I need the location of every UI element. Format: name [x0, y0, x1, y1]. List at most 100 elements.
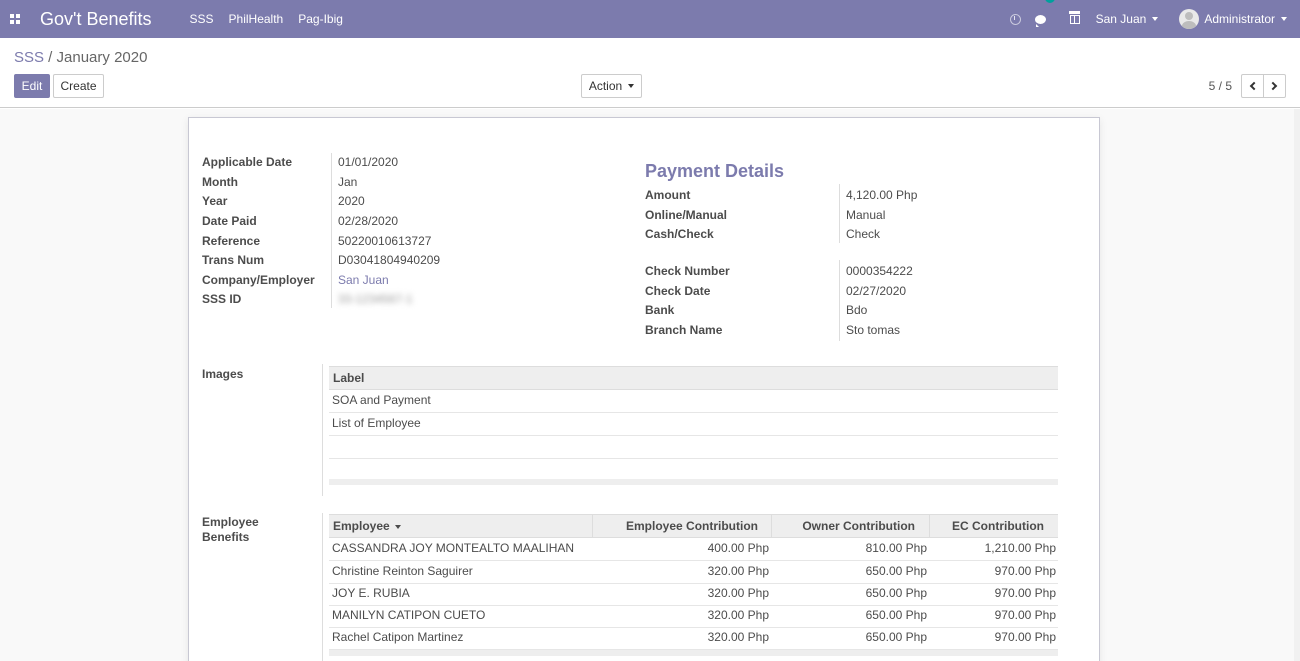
create-button[interactable]: Create — [53, 74, 104, 98]
pager-previous-button[interactable] — [1241, 74, 1264, 98]
caret-down-icon — [1152, 17, 1159, 21]
menu-item-sss[interactable]: SSS — [190, 12, 214, 26]
branch-name-label: Branch Name — [645, 323, 723, 337]
chat-icon — [1034, 14, 1046, 27]
user-name: Administrator — [1204, 12, 1275, 26]
form-sheet: Applicable Date 01/01/2020 Month Jan Yea… — [188, 117, 1100, 661]
applicable-date-label: Applicable Date — [202, 155, 293, 169]
employee-column-title: Employee — [333, 519, 390, 533]
owner-contribution-cell: 650.00 Php — [865, 630, 927, 644]
breadcrumb-current: January 2020 — [56, 49, 148, 66]
online-manual-value[interactable]: Manual — [846, 208, 885, 222]
check-number-value[interactable]: 0000354222 — [846, 264, 913, 278]
owner-contribution-cell: 650.00 Php — [865, 564, 927, 578]
table-footer — [329, 650, 1058, 656]
action-label: Action — [588, 79, 623, 93]
bank-value[interactable]: Bdo — [846, 303, 867, 317]
employee-contribution-cell: 400.00 Php — [707, 541, 769, 555]
date-paid-value[interactable]: 02/28/2020 — [338, 214, 398, 228]
pager-next-button[interactable] — [1263, 74, 1286, 98]
app-menu: SSS PhilHealth Pag-Ibig — [190, 12, 358, 26]
trans-num-label: Trans Num — [202, 253, 265, 267]
employee-contribution-cell: 320.00 Php — [707, 608, 769, 622]
table-row[interactable]: CASSANDRA JOY MONTEALTO MAALIHAN 400.00 … — [329, 538, 1058, 561]
employee-contribution-cell: 320.00 Php — [707, 586, 769, 600]
caret-down-icon — [1281, 17, 1287, 21]
ec-contribution-column-header[interactable]: EC Contribution — [952, 515, 1044, 537]
gift-button[interactable] — [1068, 0, 1096, 38]
label-column-header[interactable]: Label — [333, 367, 364, 389]
amount-label: Amount — [645, 188, 691, 202]
sss-id-value[interactable]: 33-1234567-1 — [338, 292, 413, 306]
benefits-table-header: Employee Employee Contribution Owner Con… — [329, 514, 1058, 538]
caret-down-icon — [628, 84, 635, 88]
year-value[interactable]: 2020 — [338, 194, 365, 208]
employee-contribution-cell: 320.00 Php — [707, 564, 769, 578]
bank-label: Bank — [645, 303, 675, 317]
check-date-value[interactable]: 02/27/2020 — [846, 284, 906, 298]
column-divider — [929, 515, 930, 537]
date-paid-label: Date Paid — [202, 214, 257, 228]
employee-contribution-column-header[interactable]: Employee Contribution — [626, 515, 758, 537]
employee-cell: MANILYN CATIPON CUETO — [332, 608, 486, 622]
table-row[interactable]: Rachel Catipon Martinez 320.00 Php 650.0… — [329, 627, 1058, 650]
employee-contribution-cell: 320.00 Php — [707, 630, 769, 644]
column-divider — [771, 515, 772, 537]
reference-value[interactable]: 50220010613727 — [338, 234, 431, 248]
ec-contribution-cell: 970.00 Php — [994, 564, 1056, 578]
user-menu[interactable]: Administrator — [1179, 0, 1287, 38]
check-date-label: Check Date — [645, 284, 711, 298]
scrollbar[interactable] — [1294, 109, 1300, 661]
gift-icon — [1068, 10, 1080, 24]
breadcrumb-parent-link[interactable]: SSS — [14, 49, 44, 66]
branch-name-value[interactable]: Sto tomas — [846, 323, 900, 337]
employee-cell: Christine Reinton Saguirer — [332, 564, 473, 578]
trans-num-value[interactable]: D03041804940209 — [338, 253, 440, 267]
edit-button[interactable]: Edit — [14, 74, 50, 98]
menu-item-philhealth[interactable]: PhilHealth — [229, 12, 284, 26]
company-employer-link[interactable]: San Juan — [338, 273, 389, 287]
company-switcher[interactable]: San Juan — [1096, 0, 1159, 38]
month-label: Month — [202, 175, 238, 189]
systray: 1 San Juan Administrator — [1009, 0, 1300, 38]
table-row[interactable]: Christine Reinton Saguirer 320.00 Php 65… — [329, 561, 1058, 584]
amount-value[interactable]: 4,120.00 Php — [846, 188, 917, 202]
table-row[interactable]: MANILYN CATIPON CUETO 320.00 Php 650.00 … — [329, 605, 1058, 628]
reference-label: Reference — [202, 234, 261, 248]
field-divider — [839, 260, 840, 341]
field-divider — [331, 153, 332, 308]
employee-column-header[interactable]: Employee — [333, 515, 401, 537]
month-value[interactable]: Jan — [338, 175, 357, 189]
image-label-cell: SOA and Payment — [332, 393, 431, 407]
app-brand-title: Gov't Benefits — [40, 8, 152, 29]
online-manual-label: Online/Manual — [645, 208, 728, 222]
pager-value: 5 / 5 — [1208, 79, 1232, 93]
employee-benefits-table: Employee Employee Contribution Owner Con… — [329, 514, 1058, 659]
control-panel: SSS / January 2020 Edit Create Action 5 … — [0, 38, 1300, 108]
employee-benefits-label-line1: Employee — [202, 515, 259, 529]
applicable-date-value[interactable]: 01/01/2020 — [338, 155, 398, 169]
owner-contribution-column-header[interactable]: Owner Contribution — [802, 515, 915, 537]
activity-button[interactable] — [1009, 0, 1035, 38]
breadcrumb: SSS / January 2020 — [14, 49, 147, 66]
employee-benefits-label-line2: Benefits — [202, 530, 250, 544]
field-divider — [322, 364, 323, 496]
field-divider — [839, 184, 840, 243]
menu-item-pag-ibig[interactable]: Pag-Ibig — [298, 12, 343, 26]
year-label: Year — [202, 194, 228, 208]
sort-down-icon — [394, 524, 401, 529]
owner-contribution-cell: 650.00 Php — [865, 586, 927, 600]
apps-menu-icon[interactable] — [0, 0, 30, 38]
images-table-header: Label — [329, 366, 1058, 390]
cash-check-value[interactable]: Check — [846, 227, 880, 241]
table-row[interactable]: JOY E. RUBIA 320.00 Php 650.00 Php 970.0… — [329, 583, 1058, 606]
table-row[interactable]: SOA and Payment — [329, 390, 1058, 413]
action-dropdown-button[interactable]: Action — [581, 74, 642, 98]
breadcrumb-separator: / — [44, 49, 57, 66]
table-row[interactable]: List of Employee — [329, 413, 1058, 436]
image-label-cell: List of Employee — [332, 416, 421, 430]
messaging-button[interactable]: 1 — [1034, 0, 1055, 38]
employee-cell: Rachel Catipon Martinez — [332, 630, 464, 644]
company-name: San Juan — [1095, 12, 1147, 26]
ec-contribution-cell: 970.00 Php — [994, 608, 1056, 622]
